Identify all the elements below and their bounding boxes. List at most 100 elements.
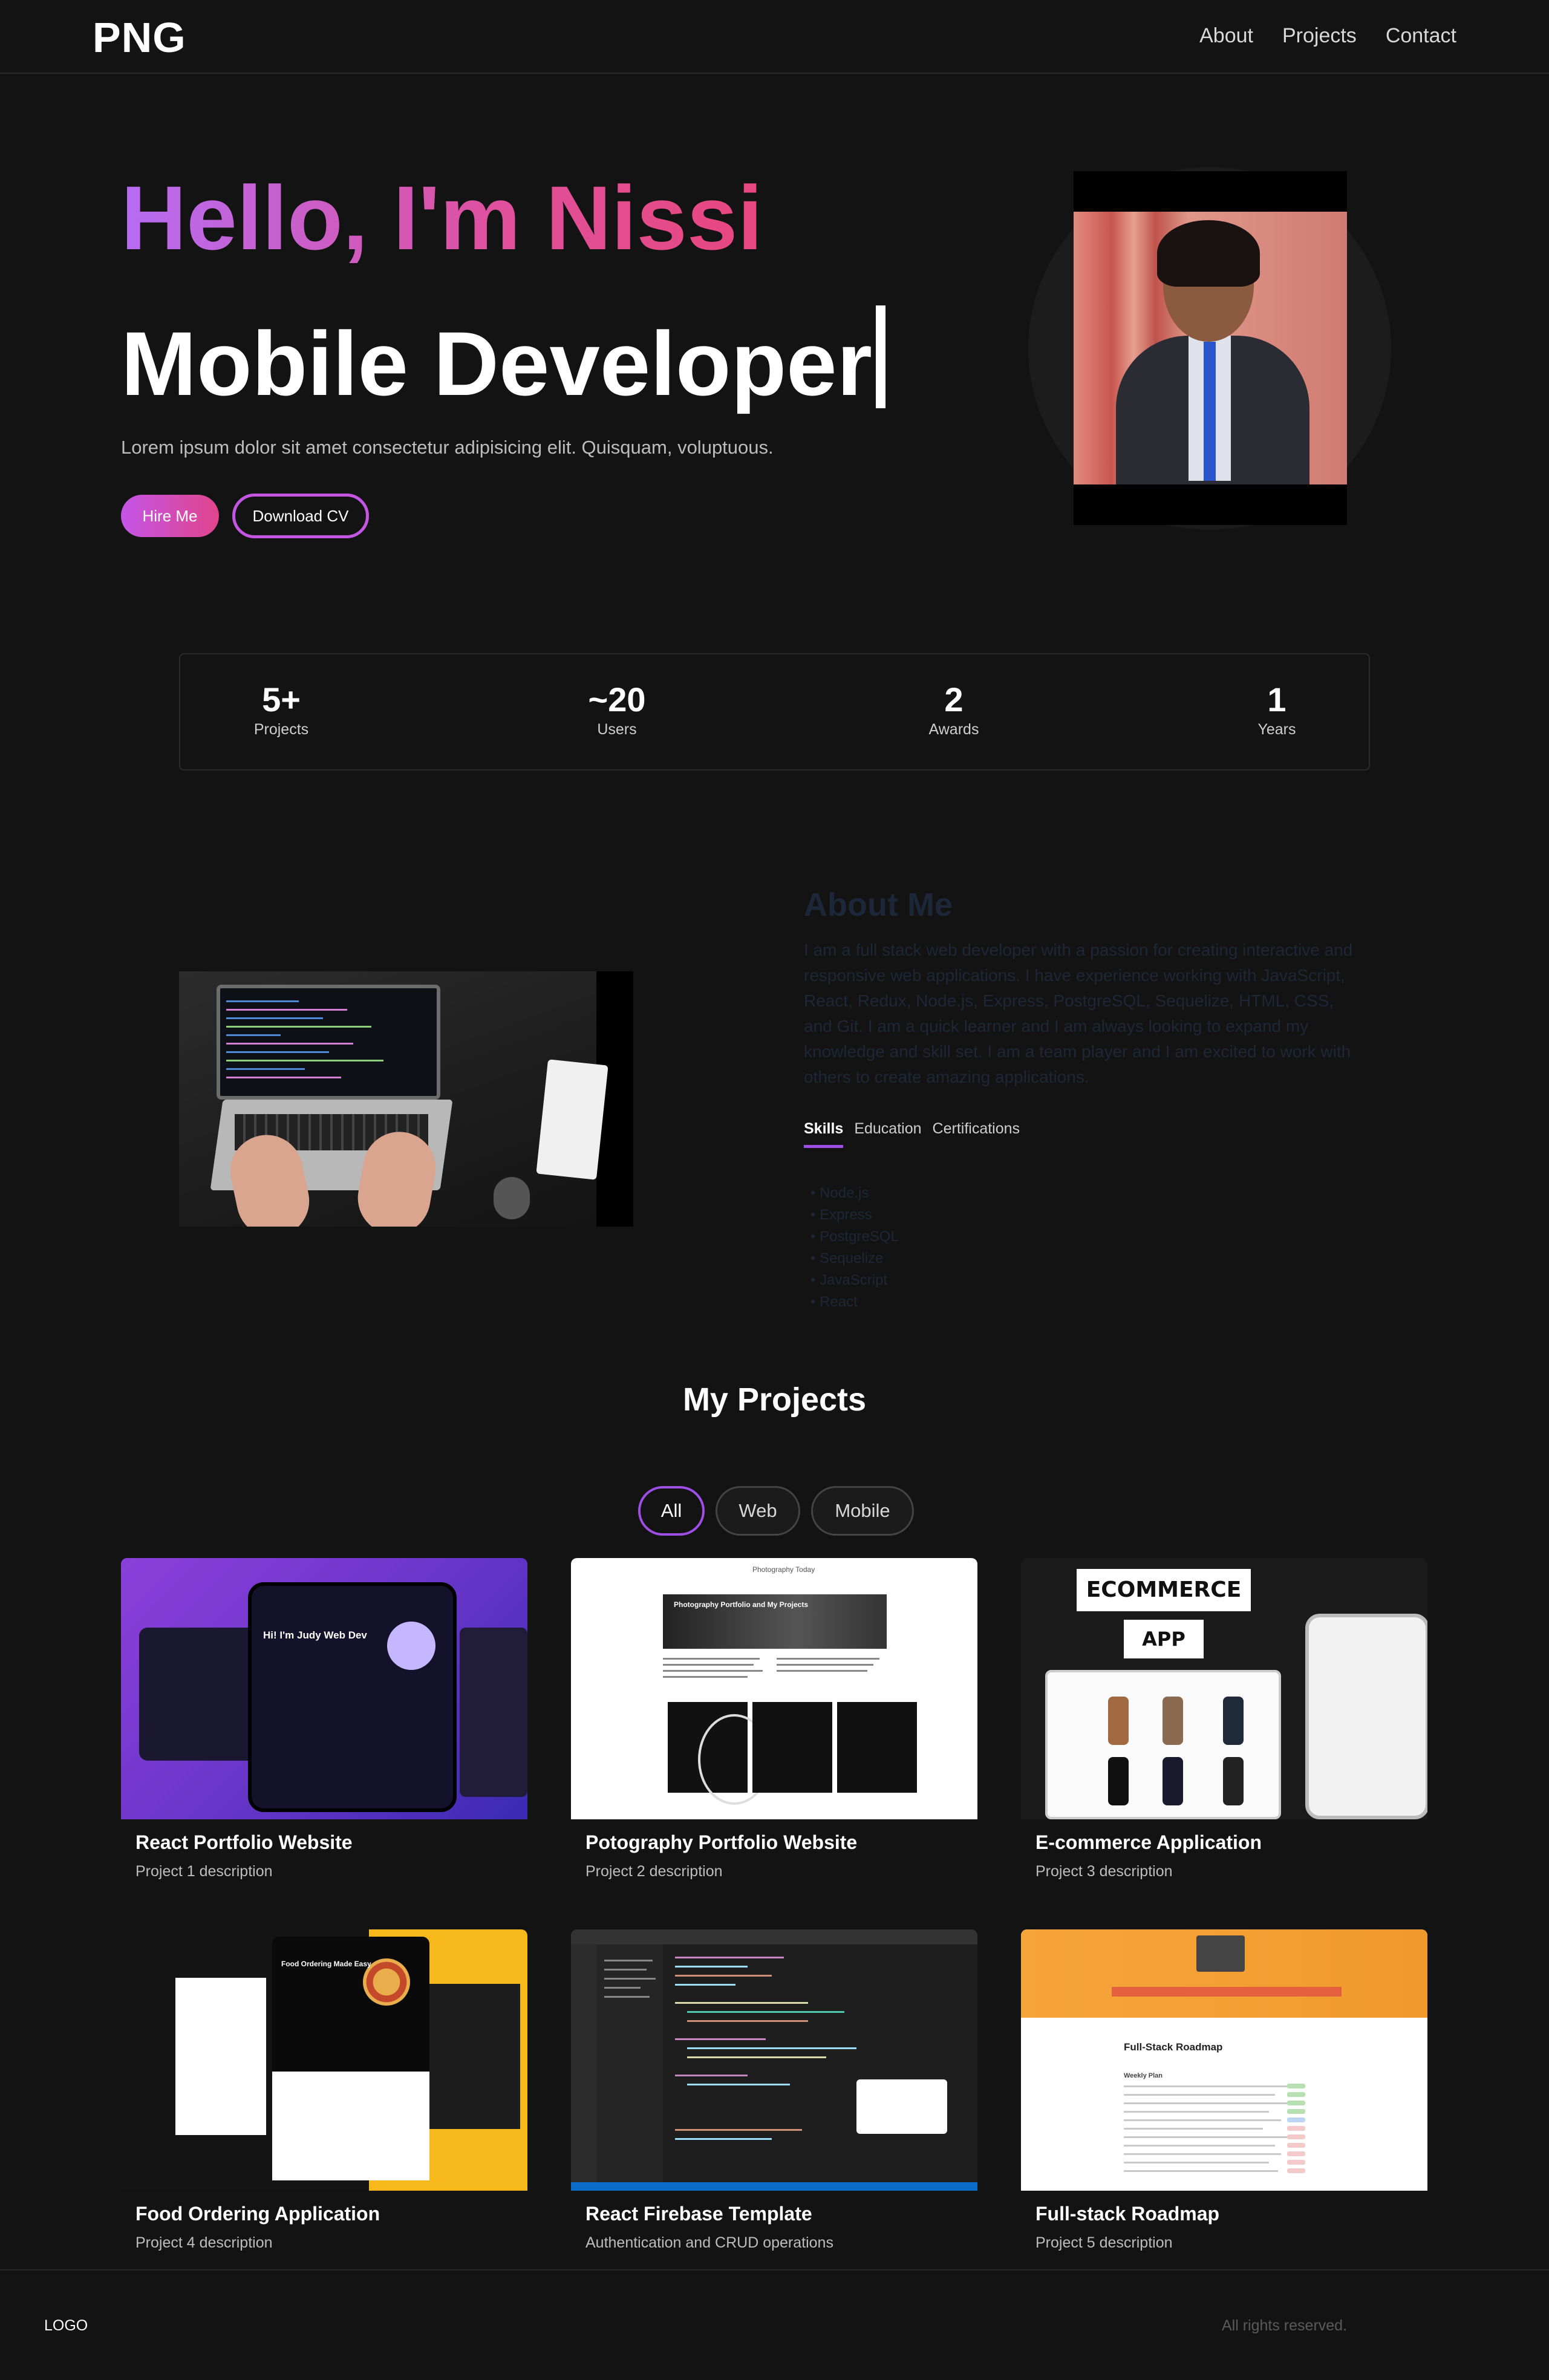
thumb-popup — [856, 2079, 947, 2134]
stat-awards: 2 Awards — [863, 681, 1045, 738]
project-title[interactable]: Full-stack Roadmap — [1035, 2203, 1219, 2225]
thumb-heading: Hi! I'm Judy Web Dev — [263, 1629, 367, 1641]
about-image — [179, 971, 633, 1227]
stats-panel: 5+ Projects ~20 Users 2 Awards 1 Years — [179, 653, 1370, 771]
brand-logo[interactable]: PNG — [93, 13, 186, 62]
project-description: Project 5 description — [1035, 2234, 1173, 2251]
project-description: Project 1 description — [135, 1863, 273, 1880]
tab-certifications[interactable]: Certifications — [933, 1120, 1020, 1148]
thumb-desk — [1112, 1987, 1342, 1997]
project-card-food-ordering[interactable]: Food Ordering Made Easy Food Ordering Ap… — [121, 1929, 527, 2286]
thumb-subheading: Weekly Plan — [1124, 2072, 1163, 2079]
nav-link-projects[interactable]: Projects — [1282, 24, 1357, 48]
hero-greeting: Hello, I'm Nissi — [121, 167, 763, 269]
project-card-react-portfolio[interactable]: Hi! I'm Judy Web Dev React Portfolio Web… — [121, 1558, 527, 1915]
about-tabs: Skills Education Certifications — [804, 1120, 1020, 1148]
project-thumbnail[interactable]: Photography Today Photography Portfolio … — [571, 1558, 977, 1819]
astronaut-icon — [387, 1622, 435, 1670]
download-cv-button[interactable]: Download CV — [232, 494, 369, 538]
thumb-editor-sidebar — [571, 1945, 596, 2185]
project-card-photography-portfolio[interactable]: Photography Today Photography Portfolio … — [571, 1558, 977, 1915]
hero-description: Lorem ipsum dolor sit amet consectetur a… — [121, 437, 774, 458]
filter-all[interactable]: All — [638, 1486, 705, 1536]
list-item: PostgreSQL — [810, 1226, 899, 1248]
profile-photo-image — [1074, 212, 1347, 484]
stat-value: 2 — [944, 680, 964, 719]
about-title: About Me — [804, 887, 953, 923]
filter-web[interactable]: Web — [716, 1486, 800, 1536]
footer: LOGO All rights reserved. — [0, 2269, 1549, 2380]
list-item: Sequelize — [810, 1248, 899, 1270]
stat-value: ~20 — [588, 680, 646, 719]
list-item: Express — [810, 1204, 899, 1226]
footer-copyright: All rights reserved. — [1222, 2317, 1348, 2334]
photo-lanyard — [1204, 342, 1216, 481]
project-description: Project 2 description — [585, 1863, 723, 1880]
nav-link-about[interactable]: About — [1199, 24, 1253, 48]
thumb-device-main — [248, 1582, 457, 1812]
projects-title: My Projects — [682, 1381, 867, 1418]
project-filters: All Web Mobile — [638, 1486, 914, 1536]
thumb-editor-topbar — [571, 1929, 977, 1945]
nav-link-contact[interactable]: Contact — [1386, 24, 1456, 48]
project-title[interactable]: E-commerce Application — [1035, 1831, 1262, 1854]
thumb-editor-pane — [663, 1945, 977, 2185]
project-thumbnail[interactable]: ECOMMERCE APP — [1021, 1558, 1427, 1819]
thumb-device-right — [460, 1628, 527, 1797]
hero-role-text: Mobile Developer — [121, 313, 872, 414]
list-item: JavaScript — [810, 1270, 899, 1291]
thumb-editor-statusbar — [571, 2182, 977, 2191]
thumb-page-bottom — [272, 2072, 429, 2180]
navbar: PNG About Projects Contact — [0, 0, 1549, 74]
about-image-mouse — [494, 1177, 530, 1219]
monitor-icon — [1196, 1935, 1245, 1972]
thumb-page-right — [429, 1984, 520, 2129]
thumb-photo — [668, 1702, 771, 1805]
thumb-page-left — [175, 1978, 266, 2135]
thumb-site-name: Photography Today — [752, 1565, 815, 1574]
profile-photo — [1074, 171, 1347, 525]
stat-years: 1 Years — [1186, 681, 1368, 738]
about-text: I am a full stack web developer with a p… — [804, 941, 1353, 1086]
project-card-fullstack-roadmap[interactable]: Full-Stack Roadmap Weekly Plan Full-stac… — [1021, 1929, 1427, 2286]
filter-mobile[interactable]: Mobile — [811, 1486, 914, 1536]
footer-logo[interactable]: LOGO — [44, 2317, 88, 2335]
thumb-tablet — [1045, 1670, 1281, 1819]
photo-hair — [1157, 220, 1260, 287]
stat-users: ~20 Users — [526, 681, 708, 738]
project-title[interactable]: React Firebase Template — [585, 2203, 812, 2225]
project-description: Project 3 description — [1035, 1863, 1173, 1880]
about-image-laptop-screen — [217, 985, 440, 1100]
thumb-editor-explorer — [596, 1945, 663, 2185]
project-card-ecommerce[interactable]: ECOMMERCE APP E-commerce Application Pro… — [1021, 1558, 1427, 1915]
project-title[interactable]: Potography Portfolio Website — [585, 1831, 857, 1854]
thumb-photo — [837, 1702, 917, 1793]
stat-projects: 5+ Projects — [191, 681, 372, 738]
list-item: Node.js — [810, 1182, 899, 1204]
skills-list: Node.js Express PostgreSQL Sequelize Jav… — [810, 1182, 899, 1313]
project-title[interactable]: Food Ordering Application — [135, 2203, 380, 2225]
stat-label: Users — [597, 720, 637, 738]
project-thumbnail[interactable]: Food Ordering Made Easy — [121, 1929, 527, 2191]
project-description: Authentication and CRUD operations — [585, 2234, 833, 2251]
thumb-sign-ecommerce: ECOMMERCE — [1077, 1569, 1251, 1611]
project-card-react-firebase[interactable]: React Firebase Template Authentication a… — [571, 1929, 977, 2286]
project-thumbnail[interactable] — [571, 1929, 977, 2191]
tab-skills[interactable]: Skills — [804, 1120, 844, 1148]
hire-me-button[interactable]: Hire Me — [121, 495, 219, 537]
nav-links: About Projects Contact — [1199, 24, 1456, 48]
project-title[interactable]: React Portfolio Website — [135, 1831, 353, 1854]
typing-cursor — [875, 305, 885, 408]
about-image-notebook — [536, 1059, 608, 1180]
hero-role: Mobile Developer — [121, 305, 885, 409]
project-thumbnail[interactable]: Full-Stack Roadmap Weekly Plan — [1021, 1929, 1427, 2191]
project-description: Project 4 description — [135, 2234, 273, 2251]
thumb-photo — [752, 1702, 832, 1793]
stat-label: Awards — [928, 720, 979, 738]
tab-education[interactable]: Education — [854, 1120, 921, 1148]
project-thumbnail[interactable]: Hi! I'm Judy Web Dev — [121, 1558, 527, 1819]
thumb-heading: Full-Stack Roadmap — [1124, 2041, 1223, 2053]
thumb-sign-app: APP — [1124, 1620, 1204, 1658]
thumb-heading: Food Ordering Made Easy — [281, 1960, 371, 1968]
list-item: React — [810, 1291, 899, 1313]
